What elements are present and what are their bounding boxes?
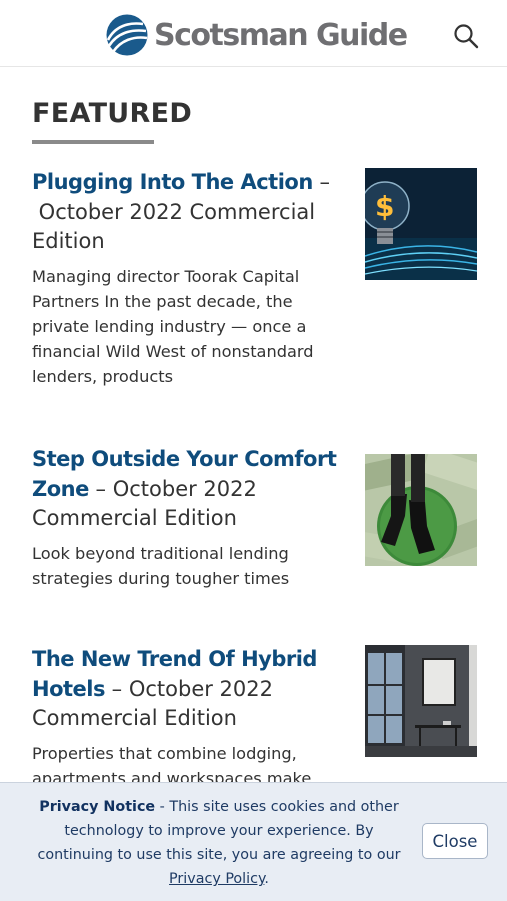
article-thumbnail[interactable] xyxy=(365,454,477,566)
search-icon[interactable] xyxy=(452,22,480,50)
article-excerpt: Look beyond traditional lending strategi… xyxy=(32,543,290,588)
article-text: Step Outside Your Comfort Zone – October… xyxy=(32,445,337,591)
article-text: Plugging Into The Action – October 2022 … xyxy=(32,168,337,389)
privacy-policy-link[interactable]: Privacy Policy xyxy=(169,871,264,887)
article-edition: October 2022 Commercial Edition xyxy=(32,199,316,254)
article-title-link[interactable]: Plugging Into The Action xyxy=(32,170,313,194)
title-separator: – xyxy=(312,170,330,194)
article-title: Step Outside Your Comfort Zone – October… xyxy=(32,445,337,534)
logo-text: Scotsman Guide xyxy=(154,17,408,53)
privacy-notice-text: Privacy Notice - This site uses cookies … xyxy=(26,795,412,891)
lightbulb-dollar-image: $ xyxy=(365,168,477,280)
title-separator: – xyxy=(88,476,113,501)
article-thumbnail[interactable] xyxy=(365,645,477,757)
privacy-notice-banner: Privacy Notice - This site uses cookies … xyxy=(0,782,507,901)
article-text: The New Trend Of Hybrid Hotels – October… xyxy=(32,645,337,791)
featured-heading: FEATURED xyxy=(32,98,193,129)
hybrid-room-image xyxy=(365,645,477,757)
logo-wave-icon xyxy=(106,14,148,56)
site-logo[interactable]: Scotsman Guide xyxy=(105,14,408,56)
title-separator: – xyxy=(104,676,129,701)
shoes-on-money-image xyxy=(365,454,477,566)
svg-text:$: $ xyxy=(375,190,394,223)
article-title: Plugging Into The Action – October 2022 … xyxy=(32,168,337,257)
privacy-notice-label: Privacy Notice xyxy=(39,799,156,815)
close-button[interactable]: Close xyxy=(422,823,488,859)
site-header: Scotsman Guide xyxy=(0,0,507,67)
article-thumbnail[interactable]: $ xyxy=(365,168,477,280)
article-excerpt: Managing director Toorak Capital Partner… xyxy=(32,266,314,386)
featured-underline xyxy=(32,140,154,144)
privacy-notice-end: . xyxy=(264,871,269,887)
article-title: The New Trend Of Hybrid Hotels – October… xyxy=(32,645,337,734)
